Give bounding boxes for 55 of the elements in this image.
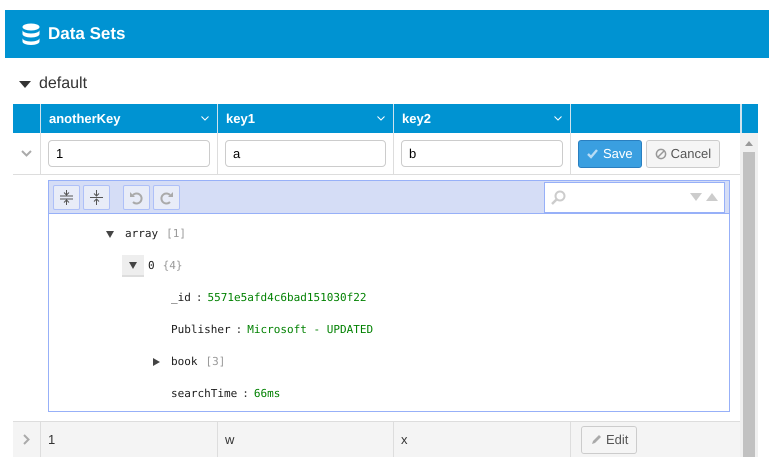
edit-button[interactable]: Edit — [581, 426, 638, 454]
previous-arrow-icon[interactable] — [690, 193, 702, 201]
json-key: _id — [171, 290, 191, 304]
search-icon — [551, 190, 566, 204]
text-input[interactable]: b — [401, 140, 563, 167]
chevron-down-icon — [554, 116, 562, 121]
undo-icon — [129, 190, 144, 204]
item-count: {4} — [162, 258, 182, 274]
redo-button[interactable] — [153, 184, 180, 210]
colon-separator: : — [236, 322, 242, 336]
json-key: Publisher — [171, 322, 231, 336]
table-cell-text: x — [401, 430, 408, 449]
pencil-icon — [590, 434, 602, 446]
colon-separator: : — [196, 290, 202, 304]
cancel-button[interactable]: Cancel — [646, 140, 720, 168]
database-icon — [22, 23, 40, 45]
json-key: searchTime — [171, 386, 238, 400]
json-key: 0 — [148, 258, 155, 274]
page-title: Data Sets — [48, 23, 126, 46]
chevron-down-icon — [201, 116, 209, 121]
header-cell — [13, 104, 40, 133]
json-key: book — [171, 354, 198, 370]
scroll-up-icon[interactable] — [745, 141, 753, 146]
expand-toggle[interactable] — [122, 255, 144, 277]
item-count: [3] — [206, 354, 226, 370]
json-value: Microsoft - UPDATED — [247, 322, 374, 336]
json-value: 66ms — [254, 386, 280, 400]
text-input[interactable]: 1 — [48, 140, 210, 167]
check-icon — [587, 148, 599, 160]
item-count: [1] — [166, 226, 186, 242]
text-input[interactable]: a — [225, 140, 386, 167]
expand-all-icon — [59, 190, 74, 204]
group-label[interactable]: default — [39, 72, 88, 96]
colon-separator: : — [242, 386, 249, 400]
chevron-down-icon[interactable] — [21, 150, 32, 157]
column-header[interactable]: anotherKey — [40, 104, 217, 133]
column-header[interactable]: key1 — [217, 104, 393, 133]
chevron-down-icon — [377, 116, 385, 121]
table-cell-text: w — [225, 430, 234, 449]
next-arrow-icon[interactable] — [706, 193, 718, 201]
ban-icon — [654, 148, 667, 160]
redo-icon — [159, 190, 174, 204]
column-header[interactable]: key2 — [393, 104, 570, 133]
header-cell — [740, 104, 758, 133]
json-value: 5571e5afd4c6bad151030f22 — [208, 290, 366, 304]
collapse-all-button[interactable] — [83, 184, 110, 210]
scrollbar[interactable] — [740, 133, 758, 457]
json-key: array — [125, 226, 158, 242]
chevron-right-icon[interactable] — [23, 434, 30, 445]
table-cell-text: 1 — [48, 430, 56, 449]
undo-button[interactable] — [123, 184, 150, 210]
expand-all-button[interactable] — [53, 184, 80, 210]
collapse-all-icon — [89, 190, 104, 204]
caret-icon[interactable] — [19, 80, 31, 88]
search-field[interactable] — [544, 182, 725, 212]
